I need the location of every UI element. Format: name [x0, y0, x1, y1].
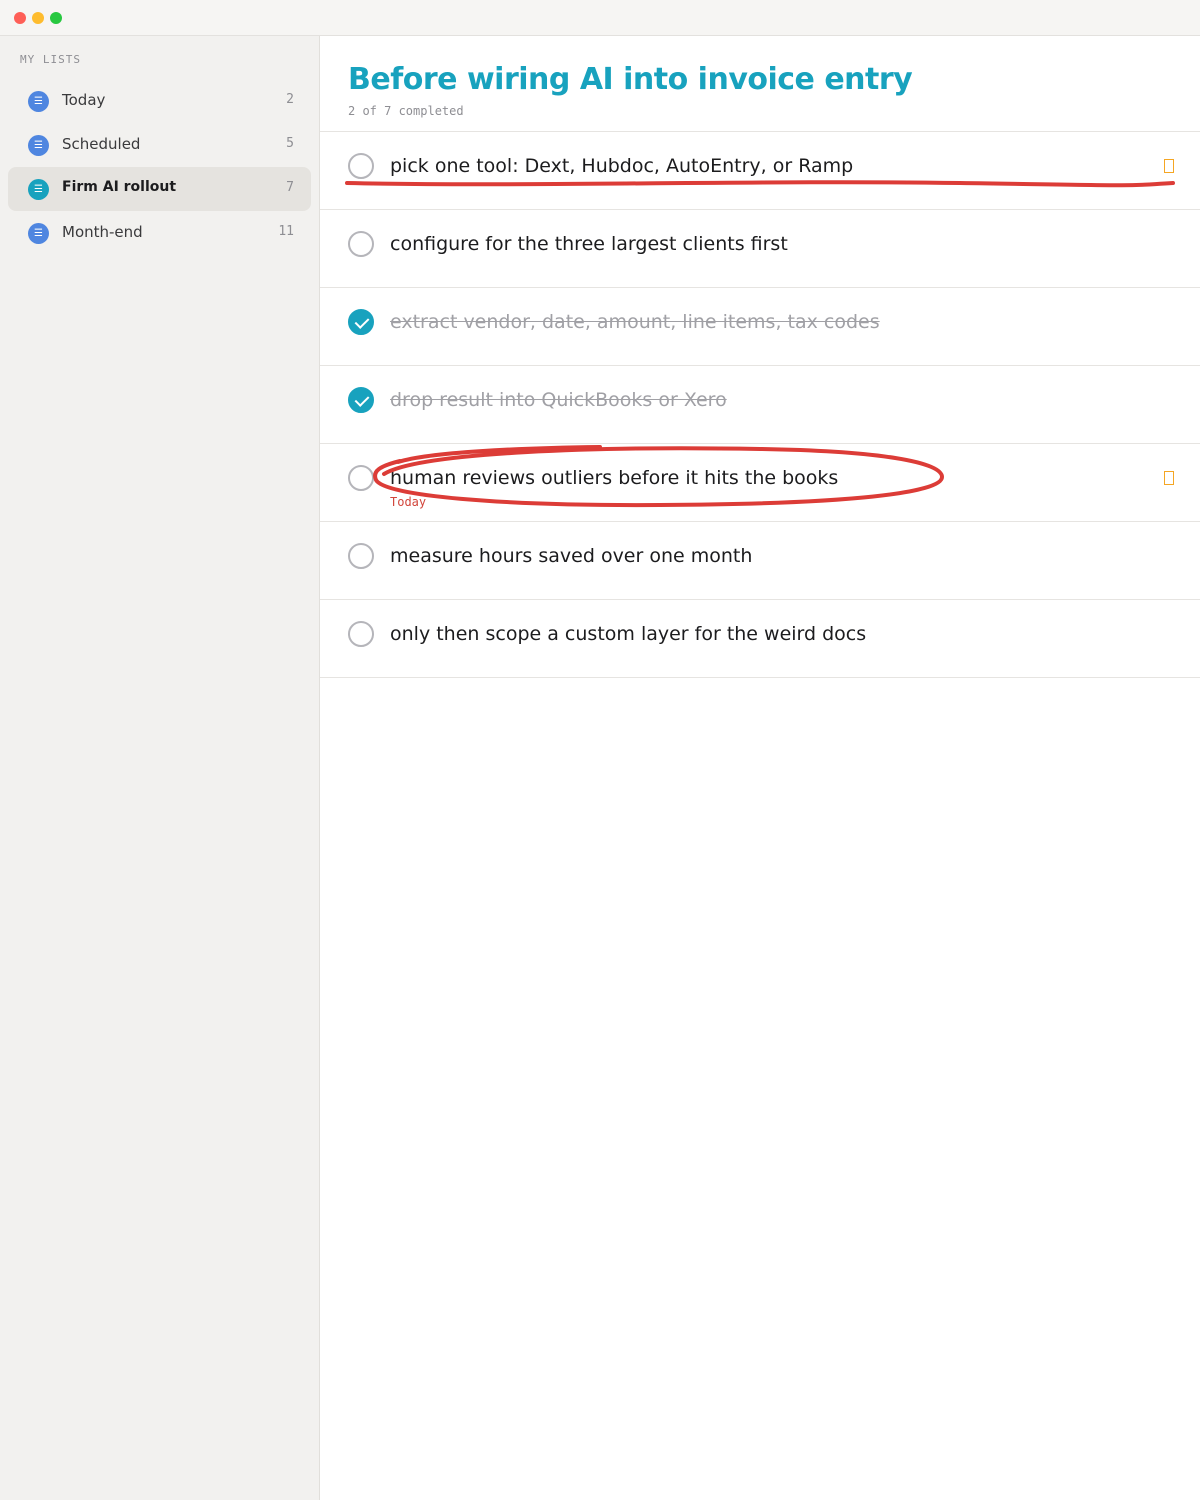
task-title[interactable]: measure hours saved over one month [390, 545, 752, 567]
sidebar-item-label: Month-end [62, 223, 143, 241]
close-window-button[interactable] [14, 12, 26, 24]
sidebar-item-today[interactable]: ☰ Today 2 [8, 79, 311, 123]
sidebar-item-count: 11 [278, 224, 294, 239]
task-list: pick one tool: Dext, Hubdoc, AutoEntry, … [320, 131, 1200, 678]
task-row[interactable]: pick one tool: Dext, Hubdoc, AutoEntry, … [320, 132, 1200, 210]
page-title: Before wiring AI into invoice entry [348, 62, 913, 97]
task-row[interactable]: human reviews outliers before it hits th… [320, 444, 1200, 522]
sidebar-heading: MY LISTS [20, 53, 81, 66]
main-pane: Before wiring AI into invoice entry 2 of… [320, 36, 1200, 1500]
list-icon: ☰ [28, 223, 49, 244]
task-title[interactable]: pick one tool: Dext, Hubdoc, AutoEntry, … [390, 155, 853, 177]
sidebar-item-label: Scheduled [62, 135, 141, 153]
task-due-date: Today [390, 495, 427, 509]
sidebar-list: ☰ Today 2 ☰ Scheduled 5 ☰ Firm AI rollou… [8, 79, 311, 255]
task-checkbox-checked[interactable] [348, 387, 374, 413]
sidebar-item-count: 5 [286, 136, 294, 151]
sidebar-item-firm-ai-rollout[interactable]: ☰ Firm AI rollout 7 [8, 167, 311, 211]
sidebar-item-scheduled[interactable]: ☰ Scheduled 5 [8, 123, 311, 167]
completion-summary: 2 of 7 completed [348, 104, 464, 118]
sidebar-item-label: Today [62, 91, 106, 109]
zoom-window-button[interactable] [50, 12, 62, 24]
sidebar: MY LISTS ☰ Today 2 ☰ Scheduled 5 ☰ Firm … [0, 36, 320, 1500]
list-icon: ☰ [28, 179, 49, 200]
task-row[interactable]: only then scope a custom layer for the w… [320, 600, 1200, 678]
task-checkbox[interactable] [348, 465, 374, 491]
task-title[interactable]: drop result into QuickBooks or Xero [390, 389, 727, 411]
task-row[interactable]: measure hours saved over one month [320, 522, 1200, 600]
task-checkbox[interactable] [348, 153, 374, 179]
flag-icon[interactable] [1164, 159, 1174, 173]
task-checkbox[interactable] [348, 231, 374, 257]
task-checkbox[interactable] [348, 543, 374, 569]
task-row[interactable]: extract vendor, date, amount, line items… [320, 288, 1200, 366]
flag-icon[interactable] [1164, 471, 1174, 485]
task-title[interactable]: only then scope a custom layer for the w… [390, 623, 866, 645]
task-title[interactable]: extract vendor, date, amount, line items… [390, 311, 880, 333]
list-icon: ☰ [28, 135, 49, 156]
task-row[interactable]: configure for the three largest clients … [320, 210, 1200, 288]
sidebar-item-month-end[interactable]: ☰ Month-end 11 [8, 211, 311, 255]
task-row[interactable]: drop result into QuickBooks or Xero [320, 366, 1200, 444]
sidebar-item-label: Firm AI rollout [62, 179, 177, 195]
task-title[interactable]: human reviews outliers before it hits th… [390, 467, 838, 489]
task-checkbox[interactable] [348, 621, 374, 647]
window-titlebar [0, 0, 1200, 36]
sidebar-item-count: 2 [286, 92, 294, 107]
sidebar-item-count: 7 [286, 180, 294, 195]
task-title[interactable]: configure for the three largest clients … [390, 233, 788, 255]
task-checkbox-checked[interactable] [348, 309, 374, 335]
list-icon: ☰ [28, 91, 49, 112]
minimize-window-button[interactable] [32, 12, 44, 24]
